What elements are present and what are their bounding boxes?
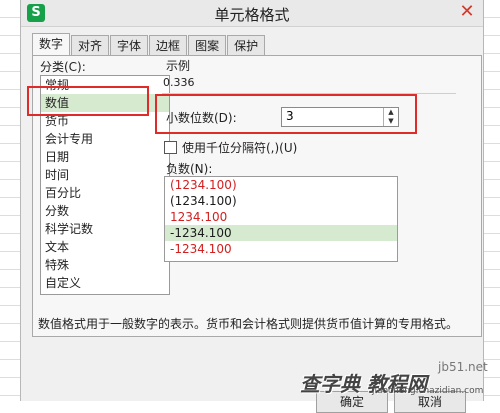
negative-numbers-label: 负数(N): bbox=[166, 162, 213, 176]
tab-font[interactable]: 字体 bbox=[110, 35, 149, 56]
sample-value: 0.336 bbox=[163, 76, 195, 89]
tab-border[interactable]: 边框 bbox=[149, 35, 188, 56]
category-item-text[interactable]: 文本 bbox=[41, 238, 169, 256]
sheet-grid-right bbox=[482, 0, 500, 401]
category-item-scientific[interactable]: 科学记数 bbox=[41, 220, 169, 238]
category-item-date[interactable]: 日期 bbox=[41, 148, 169, 166]
category-item-accounting[interactable]: 会计专用 bbox=[41, 130, 169, 148]
tab-protection[interactable]: 保护 bbox=[227, 35, 266, 56]
highlight-decimal bbox=[155, 94, 417, 134]
tab-number[interactable]: 数字 bbox=[32, 33, 71, 56]
thousands-separator-label: 使用千位分隔符(,)(U) bbox=[182, 141, 298, 155]
thousands-separator-checkbox[interactable] bbox=[164, 141, 177, 154]
format-description: 数值格式用于一般数字的表示。货币和会计格式则提供货币值计算的专用格式。 bbox=[38, 317, 459, 331]
title-bar[interactable]: S 单元格格式 ✕ bbox=[21, 0, 483, 27]
category-item-custom[interactable]: 自定义 bbox=[41, 274, 169, 292]
negative-item[interactable]: (1234.100) bbox=[165, 177, 397, 193]
negative-item[interactable]: -1234.100 bbox=[165, 225, 397, 241]
category-item-percentage[interactable]: 百分比 bbox=[41, 184, 169, 202]
tab-alignment[interactable]: 对齐 bbox=[71, 35, 110, 56]
tab-bar: 数字 对齐 字体 边框 图案 保护 bbox=[32, 33, 266, 56]
close-icon[interactable]: ✕ bbox=[457, 2, 477, 22]
negative-numbers-list[interactable]: (1234.100) (1234.100) 1234.100 -1234.100… bbox=[164, 176, 398, 262]
highlight-category bbox=[27, 86, 149, 116]
category-item-special[interactable]: 特殊 bbox=[41, 256, 169, 274]
watermark-site: jb51.net bbox=[438, 360, 488, 374]
category-item-fraction[interactable]: 分数 bbox=[41, 202, 169, 220]
dialog-title: 单元格格式 bbox=[214, 6, 290, 24]
negative-item[interactable]: -1234.100 bbox=[165, 241, 397, 257]
negative-item[interactable]: (1234.100) bbox=[165, 193, 397, 209]
category-item-time[interactable]: 时间 bbox=[41, 166, 169, 184]
watermark-url: jiaocheng.chazidian.com bbox=[372, 386, 484, 396]
category-label: 分类(C): bbox=[40, 60, 86, 74]
sample-box bbox=[162, 71, 456, 94]
tab-pattern[interactable]: 图案 bbox=[188, 35, 227, 56]
negative-item[interactable]: 1234.100 bbox=[165, 209, 397, 225]
sheet-row-headers bbox=[0, 0, 21, 401]
